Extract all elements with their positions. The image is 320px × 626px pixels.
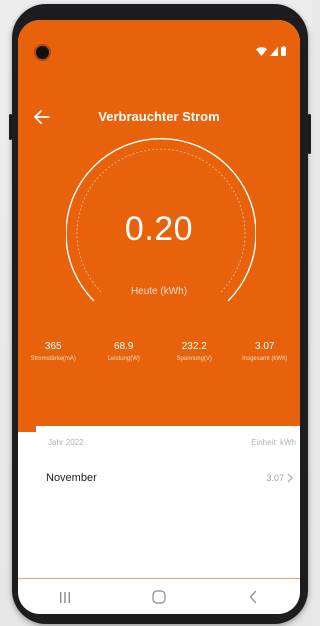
stat-label: Insgesamt (kWh) bbox=[242, 356, 288, 362]
month-value: 3.07 bbox=[266, 473, 284, 483]
system-nav-bar bbox=[18, 580, 300, 614]
chevron-right-icon bbox=[287, 473, 293, 483]
stat-power: 68.9 Leistung(W) bbox=[89, 340, 160, 364]
home-button[interactable] bbox=[139, 583, 179, 611]
stat-value: 68.9 bbox=[114, 341, 134, 352]
list-item[interactable]: November 3.07 bbox=[36, 470, 300, 494]
today-consumption-value: 0.20 bbox=[124, 210, 194, 248]
stat-label: Stromstärke(mA) bbox=[30, 356, 76, 362]
year-label: Jahr 2022 bbox=[48, 438, 84, 447]
history-card-header: Jahr 2022 Einheit: kWh bbox=[36, 426, 300, 464]
signal-icon bbox=[270, 46, 278, 56]
stat-current: 365 Stromstärke(mA) bbox=[18, 340, 89, 364]
back-button[interactable] bbox=[233, 583, 273, 611]
stat-voltage: 232.2 Spannung(V) bbox=[159, 340, 230, 364]
page-title: Verbrauchter Strom bbox=[98, 109, 220, 124]
recent-apps-button[interactable] bbox=[45, 583, 85, 611]
power-button bbox=[308, 114, 311, 154]
stat-value: 365 bbox=[44, 341, 62, 352]
back-icon bbox=[249, 590, 257, 604]
today-consumption-label: Heute (kWh) bbox=[130, 286, 188, 297]
nav-divider bbox=[18, 578, 300, 579]
stats-row: 365 Stromstärke(mA) 68.9 Leistung(W) 232… bbox=[18, 340, 300, 364]
unit-label: Einheit: kWh bbox=[251, 438, 296, 447]
home-icon bbox=[152, 590, 166, 604]
recent-apps-icon bbox=[60, 591, 70, 603]
wifi-icon bbox=[256, 46, 267, 56]
app-header: Verbrauchter Strom bbox=[18, 106, 300, 130]
stat-label: Leistung(W) bbox=[107, 356, 140, 362]
status-icons bbox=[256, 46, 286, 56]
month-label: November bbox=[46, 472, 97, 484]
stat-value: 3.07 bbox=[255, 341, 275, 352]
front-camera bbox=[36, 46, 49, 59]
status-bar bbox=[18, 20, 300, 60]
battery-icon bbox=[281, 46, 286, 56]
stat-total: 3.07 Insgesamt (kWh) bbox=[230, 340, 301, 364]
phone-screen: Verbrauchter Strom 0.20 Heute (kWh) 365 … bbox=[18, 20, 300, 614]
stat-value: 232.2 bbox=[181, 341, 207, 352]
stat-label: Spannung(V) bbox=[176, 356, 212, 362]
volume-button bbox=[9, 114, 12, 140]
